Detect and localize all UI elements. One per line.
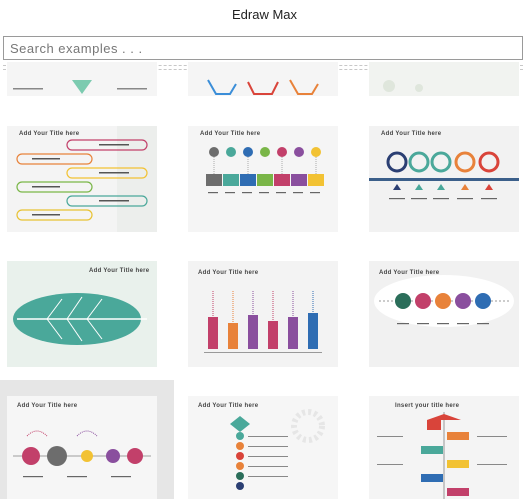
- template-title: Add Your Title here: [17, 403, 78, 409]
- template-title: Insert your title here: [395, 403, 460, 409]
- template-thumbnail-1[interactable]: Add Your Title here: [7, 126, 157, 232]
- search-box[interactable]: [3, 36, 523, 60]
- template-title: Add Your Title here: [381, 131, 442, 137]
- template-title: Add Your Title here: [200, 131, 261, 137]
- template-gallery: Add Your Title here Add Your Title here …: [0, 62, 529, 499]
- template-title: Add Your Title here: [198, 403, 259, 409]
- template-title: Add Your Title here: [19, 131, 80, 137]
- template-thumbnail-2[interactable]: Add Your Title here: [188, 126, 338, 232]
- template-thumbnail-5[interactable]: Add Your Title here: [188, 261, 338, 367]
- template-title: Add Your Title here: [89, 268, 150, 274]
- template-thumbnail-partial-1[interactable]: [7, 62, 157, 96]
- template-thumbnail-8[interactable]: Add Your Title here: [188, 396, 338, 499]
- search-input[interactable]: [4, 37, 522, 59]
- template-thumbnail-7[interactable]: Add Your Title here: [7, 396, 157, 499]
- template-thumbnail-6[interactable]: Add Your Title here: [369, 261, 519, 367]
- template-thumbnail-9[interactable]: Insert your title here: [369, 396, 519, 499]
- template-thumbnail-4[interactable]: Add Your Title here: [7, 261, 157, 367]
- template-thumbnail-partial-3[interactable]: [369, 62, 519, 96]
- template-title: Add Your Title here: [379, 270, 440, 276]
- template-thumbnail-3[interactable]: Add Your Title here: [369, 126, 519, 232]
- template-title: Add Your Title here: [198, 270, 259, 276]
- window-title: Edraw Max: [231, 7, 298, 22]
- template-thumbnail-partial-2[interactable]: [188, 62, 338, 96]
